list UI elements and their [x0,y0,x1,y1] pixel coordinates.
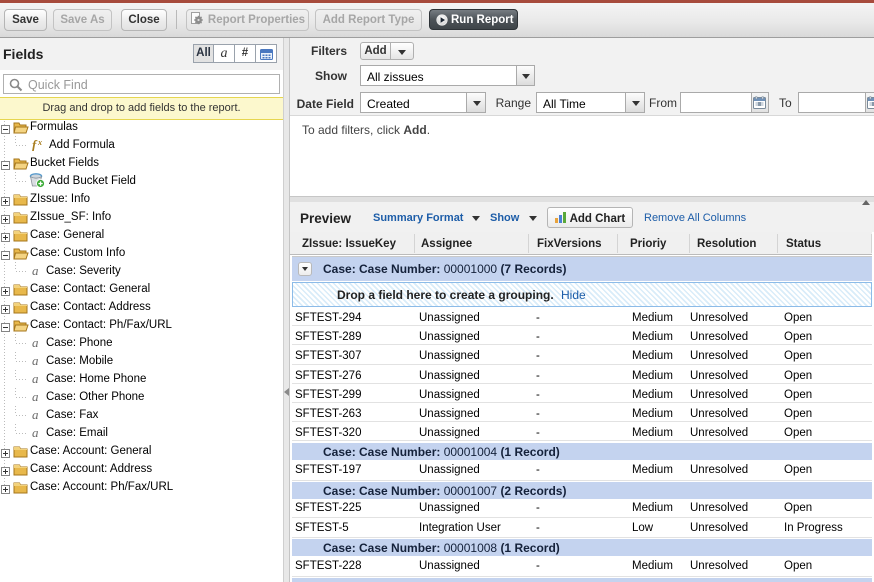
svg-text:a: a [32,427,39,439]
svg-text:a: a [32,373,39,385]
svg-text:a: a [32,391,39,403]
svg-text:a: a [32,355,39,367]
svg-text:a: a [32,265,39,277]
svg-text:a: a [32,409,39,421]
svg-text:x: x [37,138,42,147]
svg-text:a: a [32,337,39,349]
